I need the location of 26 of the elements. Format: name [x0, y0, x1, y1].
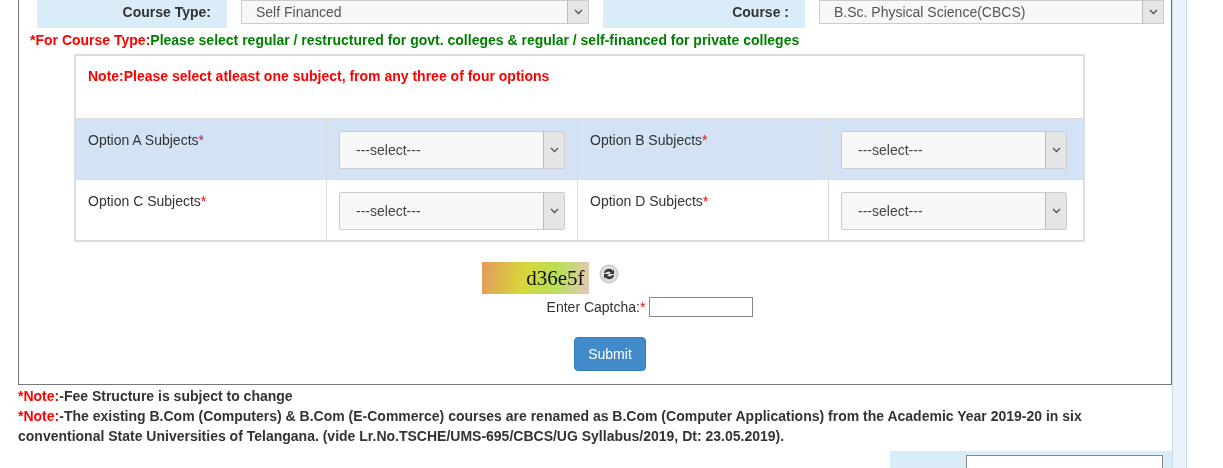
field-label: Course : — [603, 0, 805, 28]
note-text: *Note:-The existing B.Com (Computers) & B.Com (E-Commerce) courses are renamed as B.Com (Computer Applications) from the Academic Year 2019-20 in six conventional State Universities of Telangana. (vide Lr.No.TSCHE/UMS-695/CBCS/UG Syllabus/2019, Dt: 23.05.2019). — [18, 407, 1083, 446]
course-select[interactable]: Self Financed — [241, 0, 589, 24]
subject-select[interactable]: ---select--- — [339, 192, 565, 230]
captcha-image: d36e5f — [481, 262, 589, 294]
note-text: *Note:-Fee Structure is subject to change — [18, 387, 294, 406]
caret-icon — [1045, 193, 1066, 229]
course-type-hint: *For Course Type:Please select regular / restructured for govt. colleges & regular / self-financed for private colleges — [29, 32, 801, 48]
refresh-icon[interactable] — [598, 264, 619, 284]
caret-icon — [543, 193, 564, 229]
course-select[interactable]: B.Sc. Physical Science(CBCS) — [819, 0, 1164, 24]
captcha-label: Enter Captcha:* — [546, 299, 646, 315]
subject-label: Option C Subjects* — [88, 193, 207, 209]
captcha-input[interactable] — [649, 297, 754, 317]
field-label: Course Type: — [37, 0, 227, 28]
subject-select[interactable]: ---select--- — [841, 131, 1067, 169]
subject-select[interactable]: ---select--- — [841, 192, 1067, 230]
caret-icon — [543, 132, 564, 168]
caret-icon — [1045, 132, 1066, 168]
subject-label: Option D Subjects* — [590, 193, 709, 209]
subject-label: Option B Subjects* — [590, 132, 708, 148]
submit-button[interactable]: Submit — [574, 337, 646, 371]
subject-select[interactable]: ---select--- — [339, 131, 565, 169]
subject-label: Option A Subjects* — [88, 132, 204, 148]
caret-icon — [567, 1, 588, 23]
caret-icon — [1142, 1, 1163, 23]
